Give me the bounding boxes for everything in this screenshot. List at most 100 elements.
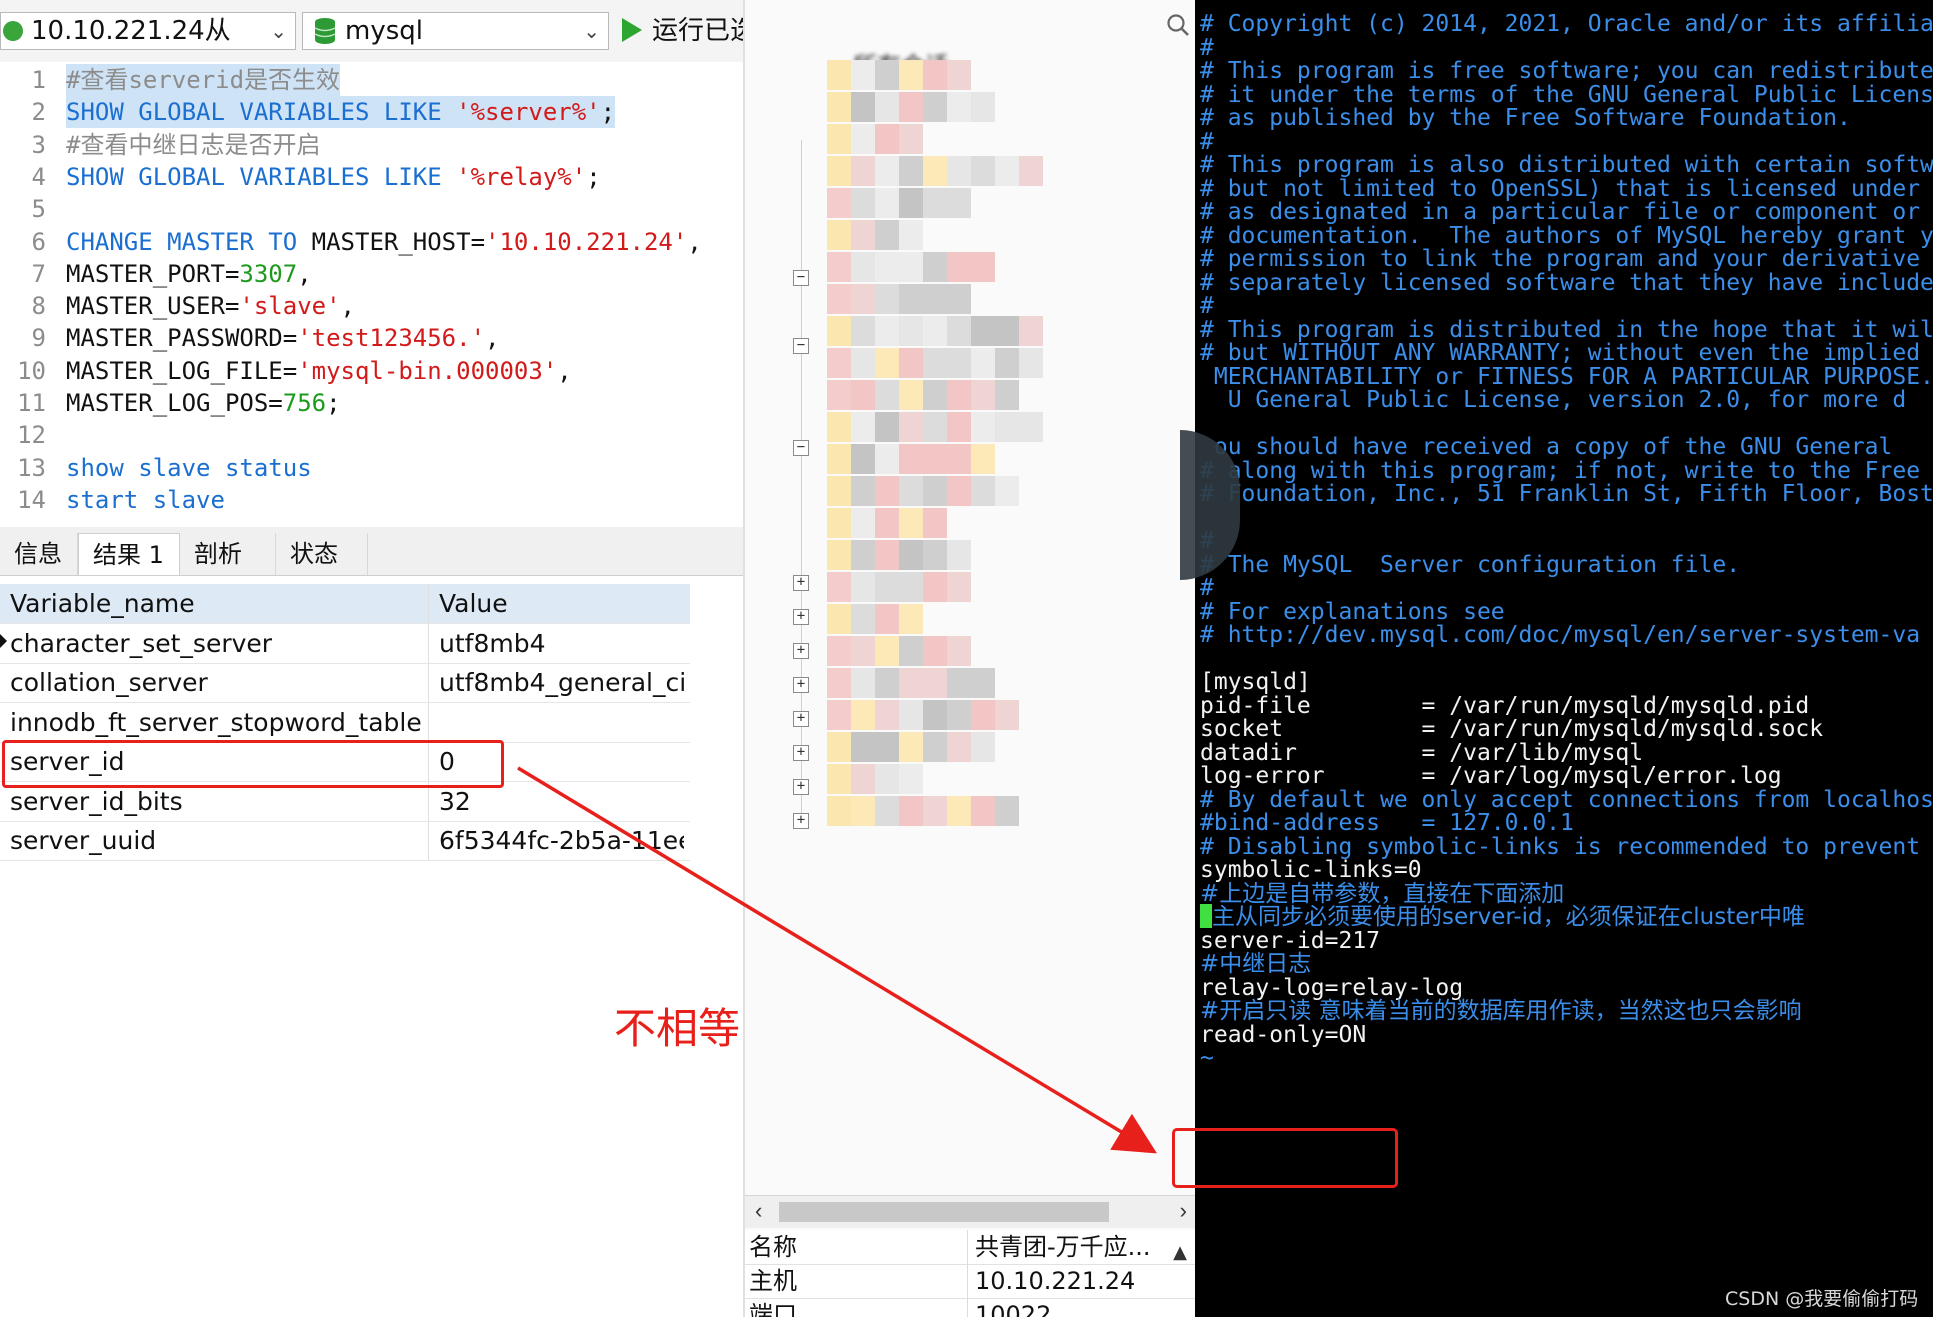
terminal-line: # as published by the Free Software Foun… — [1200, 105, 1851, 131]
code-line[interactable]: 10 MASTER_LOG_FILE='mysql-bin.000003', — [0, 355, 743, 387]
cell[interactable]: innodb_ft_server_stopword_table — [10, 703, 430, 742]
expand-icon[interactable]: + — [793, 813, 809, 829]
obscured-tree-item — [923, 572, 947, 602]
expand-icon[interactable]: + — [793, 745, 809, 761]
code-line[interactable]: 14 start slave — [0, 484, 743, 516]
expand-icon[interactable]: + — [793, 711, 809, 727]
connection-select[interactable]: 10.10.221.24从 ⌄ — [0, 12, 296, 50]
terminal-line: # http://dev.mysql.com/doc/mysql/en/serv… — [1200, 622, 1921, 648]
obscured-tree-item — [899, 540, 923, 570]
code-line[interactable]: 6 CHANGE MASTER TO MASTER_HOST='10.10.221… — [0, 226, 743, 258]
cell[interactable]: character_set_server — [10, 624, 430, 663]
code-token: 3307 — [239, 259, 298, 288]
obscured-tree-item — [875, 476, 899, 506]
cell[interactable]: server_uuid — [10, 821, 430, 860]
expand-icon[interactable]: + — [793, 779, 809, 795]
obscured-tree-item — [875, 284, 899, 314]
tab-2[interactable]: 剖析 — [180, 533, 276, 575]
code-line[interactable]: 11 MASTER_LOG_POS=756; — [0, 387, 743, 419]
obscured-tree-item — [827, 476, 851, 506]
chevron-down-icon[interactable]: ⌄ — [270, 13, 287, 49]
sql-editor[interactable]: 1 #查看serverid是否生效 2 SHOW GLOBAL VARIABLES L… — [0, 62, 743, 527]
table-row[interactable]: server_uuid6f5344fc-2b5a-11ee-8 — [0, 821, 690, 861]
search-icon[interactable] — [1165, 12, 1191, 38]
code-token: , — [485, 324, 500, 353]
expand-icon[interactable]: + — [793, 575, 809, 591]
obscured-tree-item — [923, 636, 947, 666]
code-line[interactable]: 12 — [0, 419, 743, 451]
obscured-tree-item — [923, 444, 947, 474]
column-header[interactable]: Variable_name — [10, 584, 430, 623]
terminal-config-view[interactable]: # Copyright (c) 2014, 2021, Oracle and/o… — [1195, 0, 1933, 1317]
obscured-tree-item — [851, 220, 875, 250]
obscured-tree-item — [971, 92, 995, 122]
scroll-right-icon[interactable]: › — [1180, 1198, 1187, 1224]
code-token: MASTER_HOST= — [311, 227, 486, 256]
tab-3[interactable]: 状态 — [276, 533, 368, 575]
obscured-tree-item — [851, 348, 875, 378]
code-line[interactable]: 4 SHOW GLOBAL VARIABLES LIKE '%relay%'; — [0, 161, 743, 193]
connection-select-value: 10.10.221.24从 — [31, 16, 231, 46]
database-select[interactable]: mysql ⌄ — [302, 12, 609, 50]
obscured-tree-item — [947, 316, 971, 346]
collapse-icon[interactable]: − — [793, 270, 809, 286]
cell[interactable]: collation_server — [10, 663, 430, 702]
table-row[interactable]: innodb_ft_server_stopword_table — [0, 702, 690, 743]
table-row[interactable]: collation_server utf8mb4_general_ci — [0, 663, 690, 704]
code-line[interactable]: 7 MASTER_PORT=3307, — [0, 258, 743, 290]
obscured-tree-item — [947, 700, 971, 730]
code-line[interactable]: 5 — [0, 193, 743, 225]
terminal-line: # Foundation, Inc., 51 Franklin St, Fift… — [1200, 481, 1933, 507]
line-number: 8 — [31, 292, 46, 321]
chevron-down-icon[interactable]: ⌄ — [583, 13, 600, 49]
cell[interactable]: utf8mb4_general_ci — [439, 663, 684, 702]
code-line[interactable]: 2 SHOW GLOBAL VARIABLES LIKE '%server%'; — [0, 96, 743, 129]
expand-icon[interactable]: + — [793, 643, 809, 659]
code-line[interactable]: 3 #查看中继日志是否开启 — [0, 129, 743, 161]
code-token: '%server%' — [456, 98, 601, 127]
table-header[interactable]: Variable_name Value — [0, 584, 690, 624]
obscured-tree-item — [875, 412, 899, 442]
obscured-tree-item — [875, 444, 899, 474]
obscured-tree-item — [923, 92, 947, 122]
code-line[interactable]: 9 MASTER_PASSWORD='test123456.', — [0, 322, 743, 354]
table-row[interactable]: character_set_server utf8mb4 — [0, 624, 690, 664]
obscured-tree-item — [875, 572, 899, 602]
obscured-tree-item — [971, 412, 995, 442]
obscured-tree-item — [875, 92, 899, 122]
scrollbar-thumb[interactable] — [779, 1202, 1109, 1222]
obscured-tree-item — [947, 348, 971, 378]
obscured-tree-item — [995, 412, 1019, 442]
run-selected-button[interactable]: 运行已选 — [622, 12, 743, 50]
code-line[interactable]: 8 MASTER_USER='slave', — [0, 290, 743, 322]
scroll-left-icon[interactable]: ‹ — [755, 1198, 762, 1224]
cell[interactable]: utf8mb4 — [439, 624, 684, 663]
code-line[interactable]: 1 #查看serverid是否生效 — [0, 64, 743, 96]
line-number: 2 — [31, 98, 46, 127]
obscured-tree-item — [899, 284, 923, 314]
column-header[interactable]: Value — [439, 584, 684, 623]
obscured-tree-item — [899, 92, 923, 122]
result-tabs: 信息 结果 1 剖析 状态 — [0, 527, 743, 576]
horizontal-scrollbar[interactable]: ‹ › — [745, 1195, 1197, 1228]
expand-icon[interactable]: + — [793, 677, 809, 693]
code-line[interactable]: 13 show slave status — [0, 452, 743, 484]
obscured-tree-item — [923, 60, 947, 90]
obscured-tree-item — [899, 508, 923, 538]
cell[interactable]: 6f5344fc-2b5a-11ee-8 — [439, 821, 684, 860]
obscured-tree-item — [899, 188, 923, 218]
collapse-icon[interactable]: − — [793, 338, 809, 354]
obscured-tree-item — [899, 444, 923, 474]
collapse-icon[interactable]: − — [793, 440, 809, 456]
obscured-tree-item — [875, 732, 899, 762]
expand-icon[interactable]: + — [793, 609, 809, 625]
code-token: '%relay%' — [456, 162, 587, 191]
code-token: MASTER_LOG_FILE= — [66, 356, 298, 385]
tab-0[interactable]: 信息 — [0, 533, 78, 575]
obscured-tree-item — [899, 412, 923, 442]
obscured-tree-item — [827, 636, 851, 666]
obscured-tree-item — [827, 572, 851, 602]
obscured-tree-item — [827, 604, 851, 634]
obscured-tree-item — [827, 540, 851, 570]
tab-1[interactable]: 结果 1 — [78, 533, 180, 575]
